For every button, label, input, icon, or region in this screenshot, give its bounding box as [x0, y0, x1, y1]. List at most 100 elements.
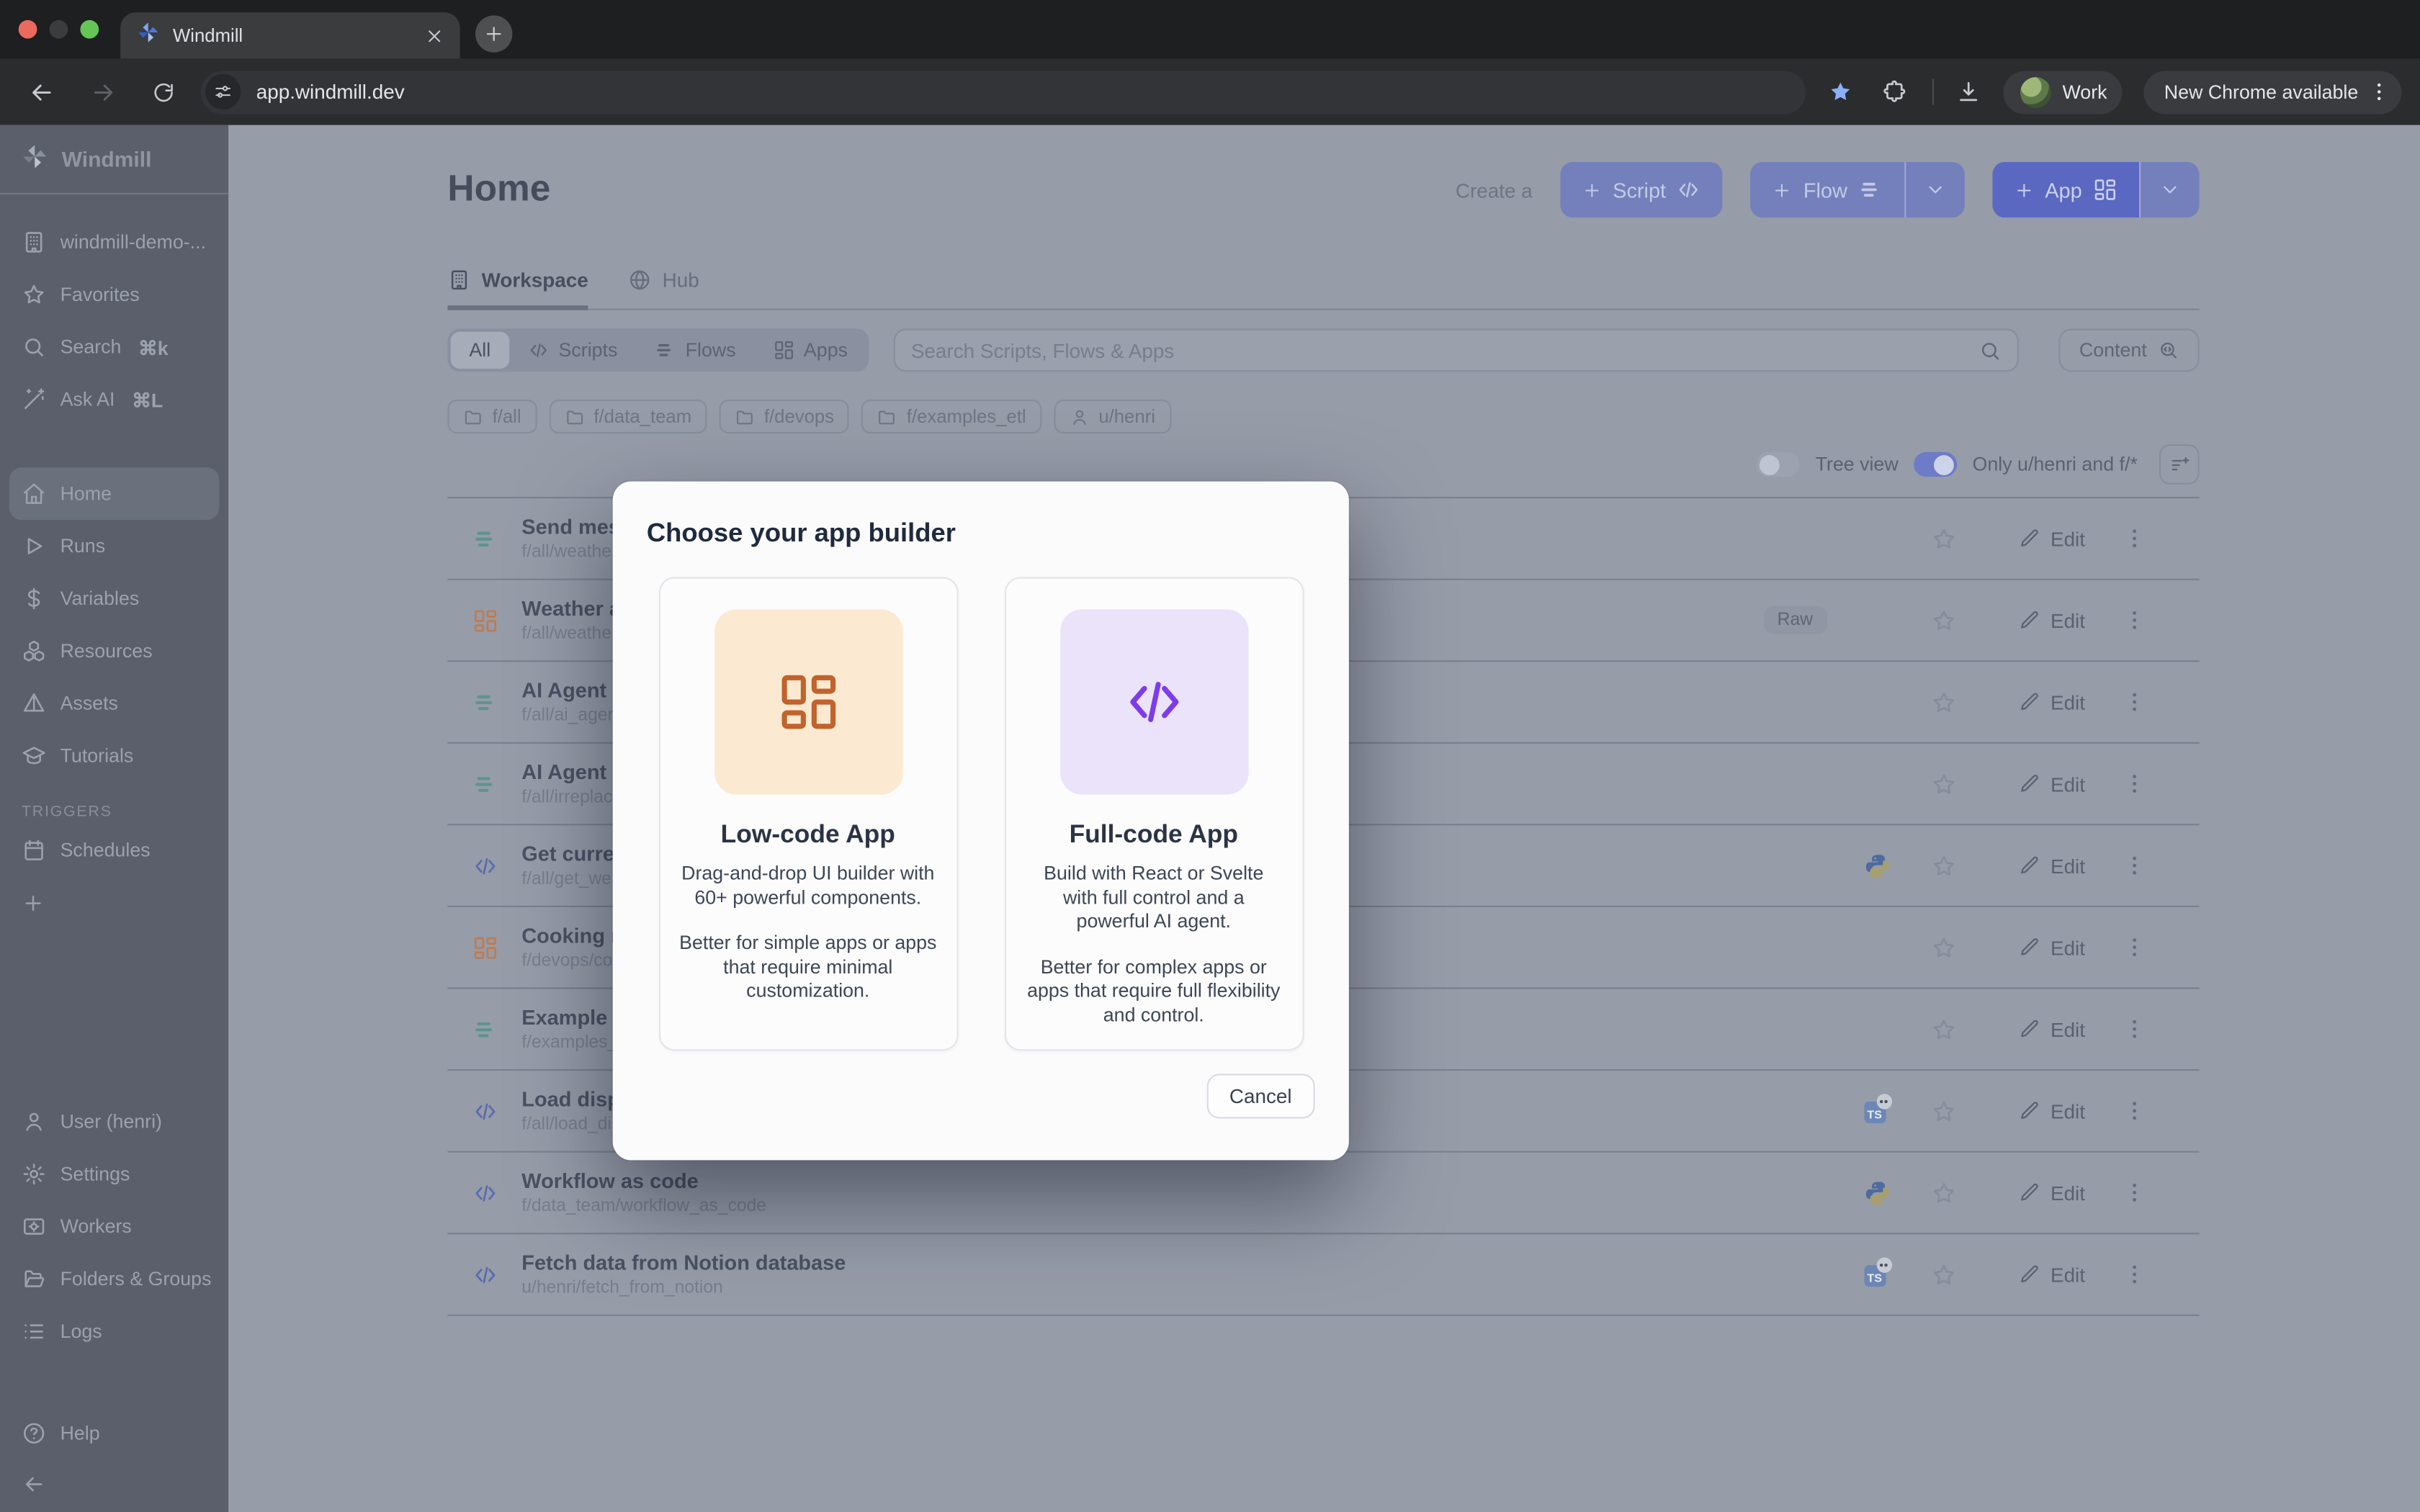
- minimize-window-button[interactable]: [50, 20, 68, 39]
- chevron-down-icon[interactable]: [2139, 162, 2200, 217]
- favorite-star-icon[interactable]: [1930, 1016, 1956, 1042]
- sidebar-item-ask-ai[interactable]: Ask AI⌘L: [0, 374, 228, 426]
- sidebar-item-user-henri[interactable]: User (henri): [0, 1095, 228, 1148]
- pencil-icon: [2018, 1018, 2040, 1040]
- add-trigger-button[interactable]: [0, 876, 228, 929]
- filter-settings-button[interactable]: [2159, 444, 2200, 485]
- address-bar[interactable]: app.windmill.dev: [201, 71, 1806, 114]
- tab-close-icon[interactable]: [424, 25, 444, 45]
- row-menu-icon[interactable]: [2122, 853, 2146, 878]
- edit-button[interactable]: Edit: [2018, 1017, 2085, 1040]
- back-icon[interactable]: [28, 78, 56, 106]
- sidebar-item-home[interactable]: Home: [9, 467, 219, 520]
- create-script-main[interactable]: Script: [1560, 162, 1723, 217]
- chip-f-examples-etl[interactable]: f/examples_etl: [862, 400, 1041, 433]
- row-menu-icon[interactable]: [2122, 1017, 2146, 1041]
- sidebar-item-settings[interactable]: Settings: [0, 1148, 228, 1200]
- favorite-star-icon[interactable]: [1930, 526, 1956, 552]
- row-menu-icon[interactable]: [2122, 526, 2146, 551]
- sidebar-top-nav: windmill-demo-...FavoritesSearch⌘kAsk AI…: [0, 194, 228, 426]
- tab-workspace[interactable]: Workspace: [447, 269, 588, 310]
- forward-icon[interactable]: [89, 78, 117, 106]
- create-app-button[interactable]: App: [1992, 162, 2199, 217]
- reload-icon[interactable]: [151, 79, 176, 104]
- edit-button[interactable]: Edit: [2018, 608, 2085, 631]
- segment-scripts[interactable]: Scripts: [509, 332, 636, 369]
- brand[interactable]: Windmill: [0, 125, 228, 193]
- sidebar-item-logs[interactable]: Logs: [0, 1305, 228, 1358]
- tab-hub[interactable]: Hub: [628, 269, 699, 310]
- owner-filter-toggle[interactable]: [1914, 452, 1957, 477]
- edit-button[interactable]: Edit: [2018, 690, 2085, 714]
- close-window-button[interactable]: [19, 20, 37, 39]
- edit-button[interactable]: Edit: [2018, 936, 2085, 959]
- row-menu-icon[interactable]: [2122, 1099, 2146, 1123]
- cancel-button[interactable]: Cancel: [1206, 1074, 1315, 1118]
- sidebar-item-assets[interactable]: Assets: [0, 678, 228, 730]
- chip-f-devops[interactable]: f/devops: [720, 400, 850, 433]
- favorite-star-icon[interactable]: [1930, 1098, 1956, 1124]
- sidebar-item-folders-groups[interactable]: Folders & Groups: [0, 1253, 228, 1305]
- favorite-star-icon[interactable]: [1930, 1261, 1956, 1287]
- type-filter-segmented: AllScriptsFlowsApps: [447, 328, 869, 372]
- edit-button[interactable]: Edit: [2018, 527, 2085, 550]
- sidebar-item-search[interactable]: Search⌘k: [0, 321, 228, 374]
- favorite-star-icon[interactable]: [1930, 935, 1956, 960]
- segment-apps[interactable]: Apps: [754, 332, 866, 369]
- edit-button[interactable]: Edit: [2018, 1263, 2085, 1286]
- sidebar-item-schedules[interactable]: Schedules: [0, 824, 228, 876]
- row-menu-icon[interactable]: [2122, 608, 2146, 632]
- favorite-star-icon[interactable]: [1930, 607, 1956, 633]
- create-flow-button[interactable]: Flow: [1751, 162, 1965, 217]
- browser-menu-icon[interactable]: [2367, 80, 2390, 103]
- search-input[interactable]: [911, 338, 1979, 361]
- list-item[interactable]: Fetch data from Notion databaseu/henri/f…: [447, 1234, 2199, 1316]
- sidebar-item-help[interactable]: Help: [0, 1407, 228, 1459]
- sidebar-item-runs[interactable]: Runs: [0, 520, 228, 572]
- fullscreen-window-button[interactable]: [80, 20, 99, 39]
- downloads-icon[interactable]: [1956, 78, 1982, 104]
- favorite-star-icon[interactable]: [1930, 770, 1956, 796]
- chevron-down-icon[interactable]: [1904, 162, 1965, 217]
- row-menu-icon[interactable]: [2122, 771, 2146, 796]
- edit-button[interactable]: Edit: [2018, 1181, 2085, 1204]
- collapse-sidebar-button[interactable]: [0, 1459, 228, 1512]
- sidebar-item-windmill-demo[interactable]: windmill-demo-...: [0, 216, 228, 269]
- create-app-main[interactable]: App: [1992, 162, 2139, 217]
- item-actions: Edit: [1864, 1179, 2200, 1205]
- sidebar-item-workers[interactable]: Workers: [0, 1200, 228, 1253]
- favorite-star-icon[interactable]: [1930, 689, 1956, 715]
- favorite-star-icon[interactable]: [1930, 852, 1956, 878]
- sidebar-item-resources[interactable]: Resources: [0, 625, 228, 678]
- content-search-button[interactable]: Content: [2059, 328, 2200, 372]
- segment-flows[interactable]: Flows: [636, 332, 754, 369]
- chrome-update-button[interactable]: New Chrome available: [2144, 71, 2401, 114]
- edit-button[interactable]: Edit: [2018, 1099, 2085, 1122]
- browser-tab[interactable]: Windmill: [120, 12, 460, 58]
- row-menu-icon[interactable]: [2122, 935, 2146, 960]
- modal-card-low-code-app[interactable]: Low-code AppDrag-and-drop UI builder wit…: [658, 577, 958, 1050]
- sidebar-item-variables[interactable]: Variables: [0, 572, 228, 625]
- chip-u-henri[interactable]: u/henri: [1054, 400, 1170, 433]
- sidebar-item-tutorials[interactable]: Tutorials: [0, 730, 228, 783]
- row-menu-icon[interactable]: [2122, 1262, 2146, 1287]
- segment-all[interactable]: All: [451, 332, 509, 369]
- favorite-star-icon[interactable]: [1930, 1179, 1956, 1205]
- edit-button[interactable]: Edit: [2018, 854, 2085, 877]
- row-menu-icon[interactable]: [2122, 1180, 2146, 1205]
- list-item[interactable]: Workflow as codef/data_team/workflow_as_…: [447, 1153, 2199, 1235]
- site-settings-icon[interactable]: [205, 74, 241, 109]
- edit-button[interactable]: Edit: [2018, 773, 2085, 796]
- row-menu-icon[interactable]: [2122, 690, 2146, 714]
- extensions-icon[interactable]: [1882, 78, 1908, 104]
- chip-f-data-team[interactable]: f/data_team: [549, 400, 707, 433]
- bookmark-star-icon[interactable]: [1828, 78, 1854, 104]
- new-tab-button[interactable]: [475, 15, 512, 52]
- modal-card-full-code-app[interactable]: Full-code AppBuild with React or Svelte …: [1004, 577, 1304, 1050]
- chip-f-all[interactable]: f/all: [447, 400, 537, 433]
- profile-button[interactable]: Work: [2004, 71, 2123, 114]
- create-script-button[interactable]: Script: [1560, 162, 1723, 217]
- create-flow-main[interactable]: Flow: [1751, 162, 1904, 217]
- tree-view-toggle[interactable]: [1757, 452, 1800, 477]
- sidebar-item-favorites[interactable]: Favorites: [0, 269, 228, 321]
